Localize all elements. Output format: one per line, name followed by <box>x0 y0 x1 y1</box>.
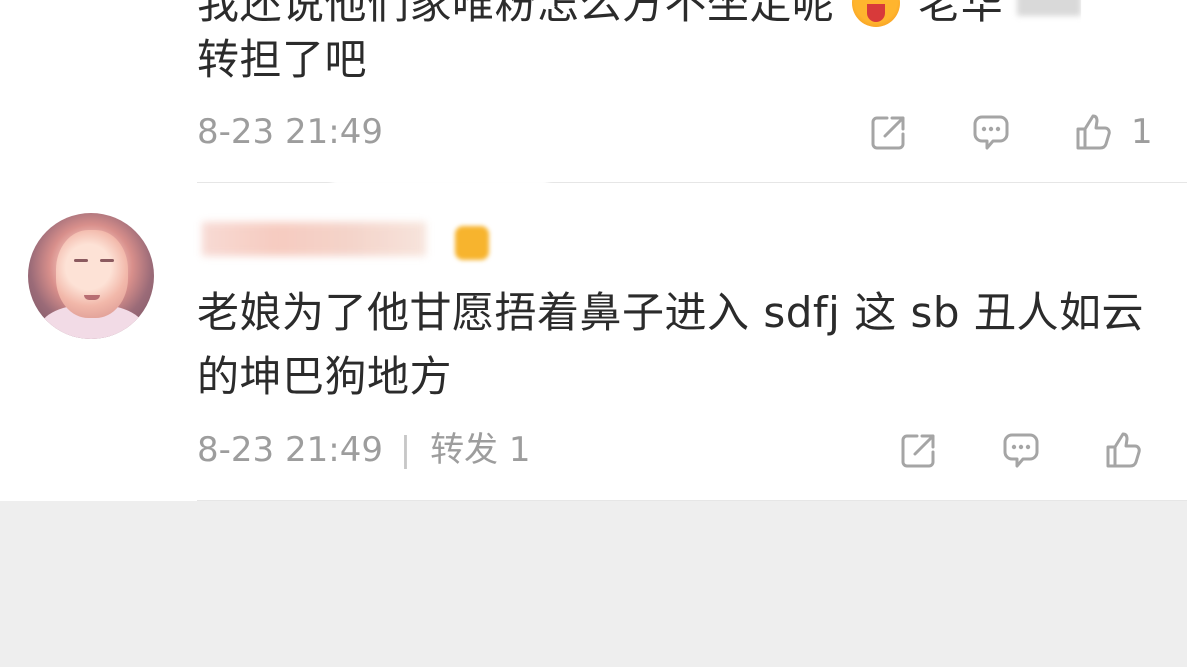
comment-1-text-line-2: 转担了吧 <box>197 35 368 84</box>
avatar-face <box>56 230 128 318</box>
thumbs-up-icon[interactable] <box>1101 428 1145 472</box>
avatar-eye-left <box>74 259 88 262</box>
thumbs-up-icon[interactable] <box>1071 110 1115 154</box>
comment-1-like-count: 1 <box>1131 112 1153 152</box>
share-icon[interactable] <box>867 110 911 154</box>
comment-list: 我还说他们家唯粉怎么方不坐定呢 老华 转担了吧 8-23 21:49 1 老娘为… <box>0 0 1187 501</box>
laughing-emoji-icon <box>852 0 901 27</box>
avatar-eye-right <box>100 259 114 262</box>
comment-1-text-suffix: 老华 <box>918 0 1004 28</box>
redacted-blur <box>332 171 548 199</box>
comment-1-timestamp: 8-23 21:49 <box>197 112 383 152</box>
comment-2-text-line-1: 老娘为了他甘愿捂着鼻子进入 sdfj 这 sb 丑人如云 <box>197 288 1144 337</box>
comment-icon[interactable] <box>969 111 1013 155</box>
share-icon[interactable] <box>897 428 941 472</box>
comment-2-meta: 8-23 21:49 | 转发 1 <box>197 429 531 471</box>
comment-1-text-prefix: 我还说他们家唯粉怎么方不坐定呢 <box>197 0 835 28</box>
comment-2-timestamp: 8-23 21:49 <box>197 430 383 470</box>
user-badge-redacted <box>455 226 489 260</box>
avatar-mouth <box>84 295 100 300</box>
comment-2-text-line-2: 的坤巴狗地方 <box>197 352 453 401</box>
forward-count[interactable]: 转发 1 <box>430 430 530 470</box>
meta-separator: | <box>399 430 412 470</box>
username-redacted[interactable] <box>202 222 426 256</box>
empty-background-area <box>0 501 1187 667</box>
avatar[interactable] <box>28 213 154 339</box>
blurred-text <box>1017 0 1082 16</box>
comment-icon[interactable] <box>999 429 1043 473</box>
